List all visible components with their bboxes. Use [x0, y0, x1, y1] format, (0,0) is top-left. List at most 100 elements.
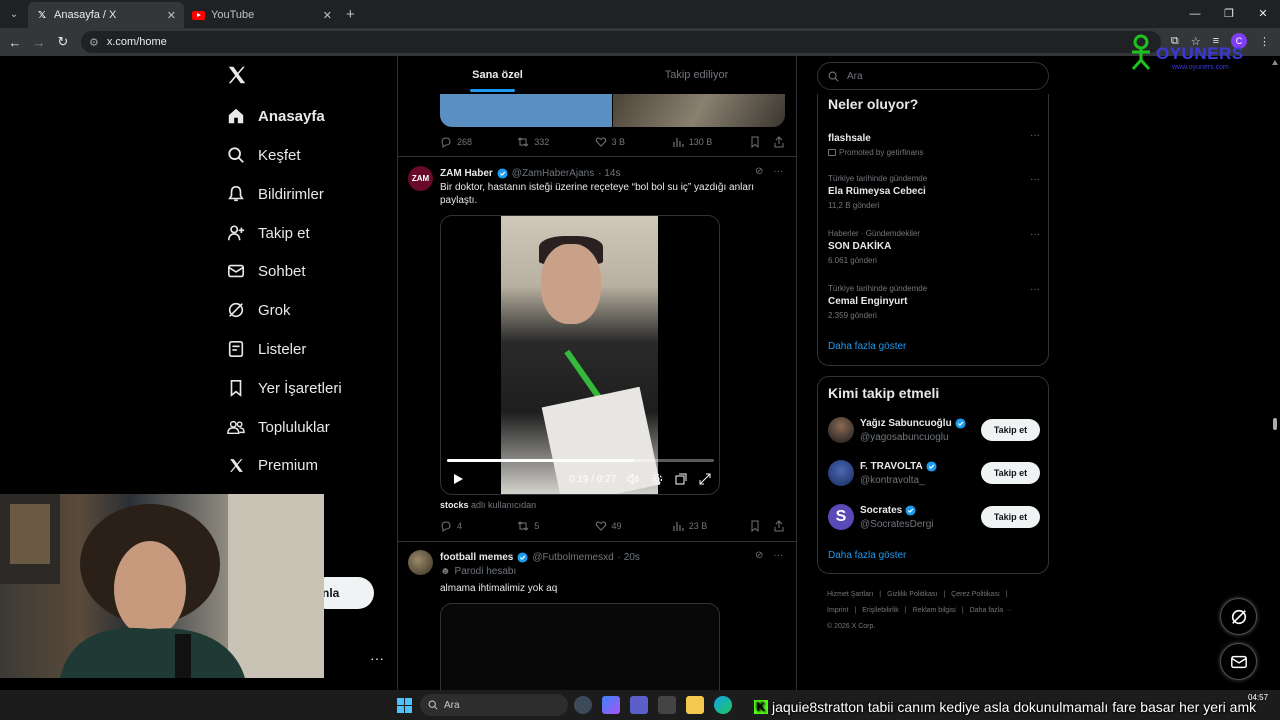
nav-grok[interactable]: Grok — [226, 298, 291, 322]
minimize-icon[interactable]: — — [1178, 0, 1212, 28]
reply-button[interactable]: 268 — [440, 136, 517, 148]
site-info-icon[interactable]: ⚙ — [89, 36, 99, 49]
new-tab-icon[interactable]: + — [346, 6, 355, 23]
back-icon[interactable]: ← — [3, 35, 27, 50]
search-input[interactable]: Ara — [817, 62, 1049, 90]
account-more-button[interactable]: ··· — [370, 650, 384, 666]
close-icon[interactable]: ✕ — [167, 9, 176, 22]
bookmark-icon[interactable] — [749, 136, 761, 148]
app-icon[interactable] — [574, 696, 592, 714]
grok-icon[interactable]: ⊘ — [755, 550, 763, 564]
author-handle[interactable]: @ZamHaberAjans — [512, 168, 594, 179]
follow-suggestion[interactable]: Yağız Sabuncuoğlu @yagosabuncuoglu Takip… — [828, 417, 1040, 445]
nav-messages[interactable]: Sohbet — [226, 259, 306, 283]
footer-more-link[interactable]: Daha fazla ··· — [970, 607, 1012, 614]
post-media[interactable] — [440, 603, 720, 693]
restore-icon[interactable]: ❐ — [1212, 0, 1246, 28]
x-logo-icon[interactable] — [226, 64, 248, 86]
video-progress-bar[interactable] — [447, 459, 714, 462]
more-icon[interactable]: ··· — [1030, 284, 1040, 295]
tab-for-you[interactable]: Sana özel — [398, 56, 597, 94]
follow-suggestion[interactable]: F. TRAVOLTA @kontravolta_ Takip et — [828, 460, 1040, 488]
tab-following[interactable]: Takip ediliyor — [597, 56, 796, 94]
nav-explore[interactable]: Keşfet — [226, 143, 301, 167]
more-icon[interactable]: ··· — [773, 166, 783, 180]
author-name[interactable]: football memes — [440, 552, 513, 563]
trend-item[interactable]: Türkiye tarihinde gündemde Ela Rümeysa C… — [828, 174, 1040, 210]
repost-button[interactable]: 332 — [517, 136, 594, 148]
menu-kebab-icon[interactable]: ⋮ — [1259, 35, 1270, 48]
post-time[interactable]: · 20s — [618, 552, 640, 563]
footer-link[interactable]: Çerez Politikası — [951, 591, 1000, 598]
taskbar-search[interactable]: Ara — [420, 694, 568, 716]
share-icon[interactable] — [773, 520, 785, 532]
messages-fab-button[interactable] — [1220, 643, 1257, 680]
volume-icon[interactable] — [627, 473, 639, 485]
forward-icon[interactable]: → — [27, 35, 51, 50]
more-icon[interactable]: ··· — [1030, 229, 1040, 240]
play-icon[interactable] — [451, 472, 465, 486]
nav-bookmarks[interactable]: Yer İşaretleri — [226, 376, 342, 400]
nav-home[interactable]: Anasayfa — [226, 104, 325, 128]
browser-tab-x[interactable]: 𝕏 Anasayfa / X ✕ — [28, 2, 184, 28]
scroll-thumb[interactable] — [1273, 418, 1277, 430]
grok-fab-button[interactable] — [1220, 598, 1257, 635]
avatar[interactable] — [828, 417, 854, 443]
footer-link[interactable]: Reklam bilgisi — [913, 607, 956, 614]
footer-link[interactable]: Erişilebilirlik — [862, 607, 899, 614]
reply-button[interactable]: 4 — [440, 520, 517, 532]
views-button[interactable]: 130 B — [672, 136, 749, 148]
nav-lists[interactable]: Listeler — [226, 337, 306, 361]
video-frame[interactable] — [501, 216, 661, 494]
previous-post-image[interactable] — [613, 94, 785, 127]
pip-icon[interactable] — [675, 473, 687, 485]
like-button[interactable]: 49 — [595, 520, 672, 532]
reload-icon[interactable]: ↻ — [51, 34, 75, 50]
settings-gear-icon[interactable] — [651, 473, 663, 485]
author-handle[interactable]: @Futbolmemesxd — [532, 552, 613, 563]
windows-start-icon[interactable] — [397, 698, 412, 713]
scroll-up-icon[interactable] — [1272, 60, 1278, 65]
store-icon[interactable] — [658, 696, 676, 714]
nav-follow[interactable]: Takip et — [226, 221, 310, 245]
follow-button[interactable]: Takip et — [981, 419, 1040, 441]
show-more-link[interactable]: Daha fazla göster — [828, 341, 906, 352]
views-button[interactable]: 23 B — [672, 520, 749, 532]
avatar[interactable]: S — [828, 504, 854, 530]
video-player[interactable]: 0:19 / 0:27 — [440, 215, 720, 495]
fullscreen-icon[interactable] — [699, 473, 711, 485]
post-time[interactable]: · 14s — [598, 168, 620, 179]
nav-premium[interactable]: Premium — [226, 453, 318, 477]
more-icon[interactable]: ··· — [1030, 174, 1040, 185]
teams-icon[interactable] — [630, 696, 648, 714]
browser-tab-youtube[interactable]: YouTube ✕ — [184, 2, 340, 28]
avatar[interactable]: ZAM — [408, 166, 433, 191]
more-icon[interactable]: ··· — [773, 550, 783, 564]
avatar[interactable] — [828, 460, 854, 486]
page-scrollbar[interactable] — [1270, 56, 1280, 690]
nav-notifications[interactable]: Bildirimler — [226, 182, 324, 206]
like-button[interactable]: 3 B — [595, 136, 672, 148]
close-icon[interactable]: ✕ — [323, 9, 332, 22]
trend-item[interactable]: Haberler · Gündemdekiler SON DAKİKA 6.06… — [828, 229, 1040, 265]
share-icon[interactable] — [773, 136, 785, 148]
show-more-link[interactable]: Daha fazla göster — [828, 550, 906, 561]
file-explorer-icon[interactable] — [686, 696, 704, 714]
footer-link[interactable]: Gizlilik Politikası — [887, 591, 937, 598]
close-window-icon[interactable]: ✕ — [1246, 0, 1280, 28]
more-icon[interactable]: ··· — [1030, 130, 1040, 141]
trend-item[interactable]: Türkiye tarihinde gündemde Cemal Enginyu… — [828, 284, 1040, 320]
follow-button[interactable]: Takip et — [981, 506, 1040, 528]
trend-item[interactable]: flashsale Promoted by getirfinans ··· — [828, 130, 1040, 157]
footer-link[interactable]: Hizmet Şartları — [827, 591, 873, 598]
nav-communities[interactable]: Topluluklar — [226, 415, 330, 439]
follow-button[interactable]: Takip et — [981, 462, 1040, 484]
grok-icon[interactable]: ⊘ — [755, 166, 763, 180]
tab-search-icon[interactable]: ⌄ — [0, 0, 28, 28]
repost-button[interactable]: 5 — [517, 520, 594, 532]
edge-icon[interactable] — [714, 696, 732, 714]
bookmark-icon[interactable] — [749, 520, 761, 532]
footer-link[interactable]: Imprint — [827, 607, 848, 614]
copilot-icon[interactable] — [602, 696, 620, 714]
source-user[interactable]: stocks — [440, 500, 469, 510]
